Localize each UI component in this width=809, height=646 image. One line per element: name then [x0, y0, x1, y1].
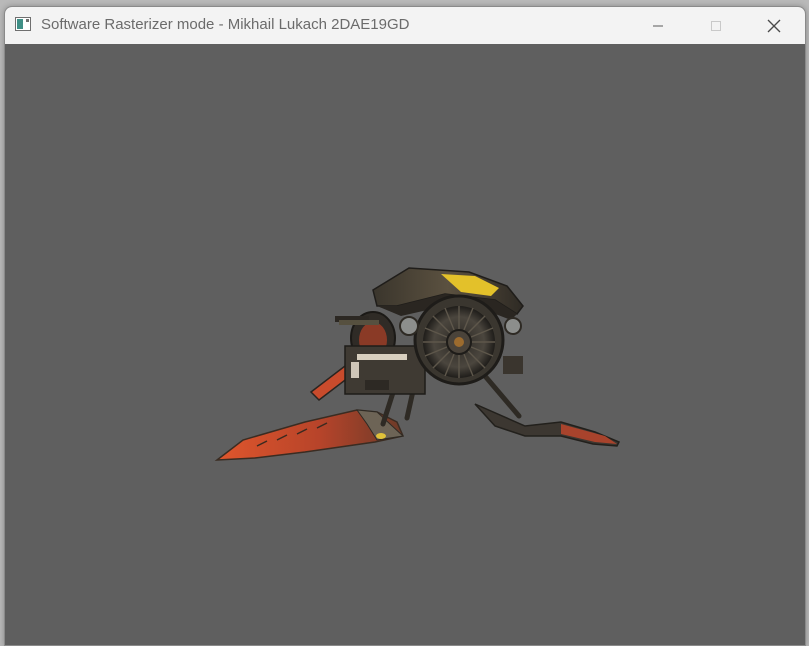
app-icon — [15, 17, 31, 31]
title-bar[interactable]: Software Rasterizer mode - Mikhail Lukac… — [5, 7, 805, 44]
app-window: Software Rasterizer mode - Mikhail Lukac… — [4, 6, 806, 646]
window-title: Software Rasterizer mode - Mikhail Lukac… — [41, 16, 410, 33]
maximize-icon — [711, 20, 721, 31]
render-viewport[interactable] — [5, 44, 805, 645]
minimize-button[interactable] — [629, 7, 687, 44]
minimize-icon — [653, 25, 663, 26]
close-button[interactable] — [745, 7, 803, 44]
vehicle-3d-model — [214, 267, 621, 461]
maximize-button[interactable] — [687, 7, 745, 44]
close-icon — [767, 19, 781, 32]
